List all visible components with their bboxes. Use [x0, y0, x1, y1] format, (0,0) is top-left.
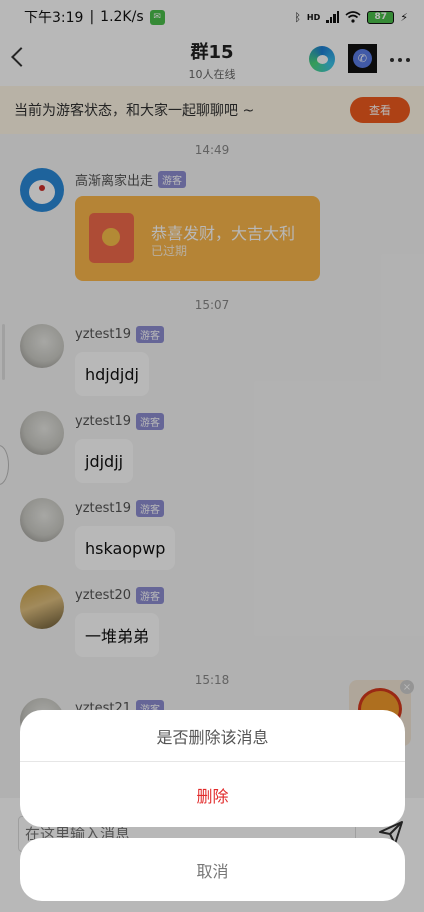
action-sheet: 是否删除该消息 删除 — [20, 710, 405, 827]
cancel-button[interactable]: 取消 — [20, 838, 405, 901]
delete-button[interactable]: 删除 — [20, 762, 405, 827]
delete-confirm-question: 是否删除该消息 — [20, 710, 405, 762]
